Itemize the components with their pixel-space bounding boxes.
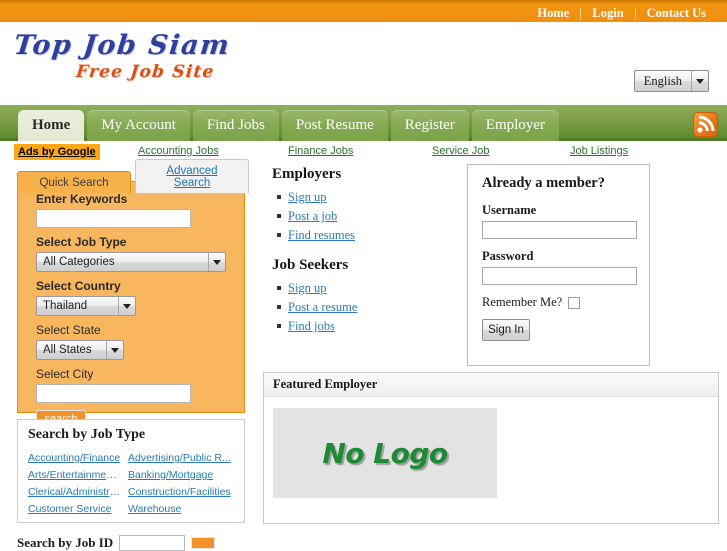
list-item: Post a job [277,209,452,224]
search-by-job-id-row: Search by Job ID [17,535,257,551]
job-type-select-value: All Categories [43,256,115,268]
ads-link-finance-jobs[interactable]: Finance Jobs [288,145,353,157]
chevron-down-icon[interactable] [691,71,708,91]
state-label: Select State [36,323,101,337]
search-by-job-type-box: Search by Job Type Accounting/Finance Ad… [17,419,245,523]
sign-in-button[interactable]: Sign In [482,319,530,341]
country-select[interactable]: Thailand [36,296,136,316]
center-links-column: Employers Sign up Post a job Find resume… [272,166,452,348]
search-by-job-id-label: Search by Job ID [17,535,114,550]
language-selector-value: English [643,74,682,88]
top-link-login[interactable]: Login [581,2,634,24]
featured-employer-logo-placeholder[interactable]: No Logo [273,408,497,498]
job-type-link[interactable]: Customer Service [28,503,122,515]
chevron-down-icon[interactable] [106,341,123,359]
job-type-link[interactable]: Clerical/Administrative [28,486,122,498]
nav-tab-home[interactable]: Home [18,110,85,141]
branding-band: Top Job Siam Free Job Site English [0,22,727,105]
tab-advanced-search-line1[interactable]: Advanced [166,165,217,177]
job-seekers-link-list: Sign up Post a resume Find jobs [272,281,452,334]
chevron-down-icon[interactable] [118,297,135,315]
jobseeker-link-sign-up[interactable]: Sign up [288,281,327,295]
login-panel-title: Already a member? [482,175,605,191]
list-item: Post a resume [277,300,452,315]
job-type-link[interactable]: Construction/Facilities [128,486,234,498]
site-logo-primary[interactable]: Top Job Siam [12,30,231,61]
top-utility-bar: Home Login Contact Us [0,0,727,22]
employers-link-list: Sign up Post a job Find resumes [272,190,452,243]
username-input[interactable] [482,221,637,239]
nav-tab-employer[interactable]: Employer [471,110,559,141]
job-type-link-grid: Accounting/Finance Advertising/Public R.… [28,452,234,515]
city-label: Select City [36,367,94,381]
chevron-down-icon[interactable] [208,253,225,271]
site-logo-tagline: Free Job Site [74,62,216,82]
job-type-select[interactable]: All Categories [36,252,226,272]
job-type-link[interactable]: Arts/Entertainment/P... [28,469,122,481]
job-id-input[interactable] [119,535,186,551]
list-item: Sign up [277,281,452,296]
featured-employer-panel: Featured Employer No Logo [263,372,719,524]
top-utility-links: Home Login Contact Us [526,2,717,24]
password-input[interactable] [482,267,637,285]
remember-me-checkbox[interactable] [568,296,581,309]
username-label: Username [482,203,537,217]
ads-link-accounting-jobs[interactable]: Accounting Jobs [138,145,219,157]
country-select-value: Thailand [43,300,88,312]
nav-tab-find-jobs[interactable]: Find Jobs [192,110,279,141]
keywords-label: Enter Keywords [36,192,128,206]
ads-link-job-listings[interactable]: Job Listings [570,145,628,157]
city-input[interactable] [36,384,191,403]
remember-me-label: Remember Me? [482,295,563,309]
search-panel-tabs: Quick Search Advanced Search [17,159,249,193]
job-type-link[interactable]: Accounting/Finance [28,452,122,464]
jobseeker-link-find-jobs[interactable]: Find jobs [288,319,335,333]
no-logo-text: No Logo [322,436,448,470]
job-type-link[interactable]: Banking/Mortgage [128,469,234,481]
job-seekers-title: Job Seekers [272,257,349,273]
employer-link-find-resumes[interactable]: Find resumes [288,228,355,242]
nav-tab-register[interactable]: Register [390,110,469,141]
keywords-input[interactable] [36,209,191,228]
top-link-home[interactable]: Home [526,2,580,24]
nav-tab-my-account[interactable]: My Account [87,110,190,141]
jobseeker-link-post-a-resume[interactable]: Post a resume [288,300,357,314]
featured-employer-header: Featured Employer [264,373,718,397]
job-type-link[interactable]: Warehouse [128,503,234,515]
list-item: Find resumes [277,228,452,243]
quick-search-panel: Enter Keywords Select Job Type All Categ… [17,181,245,428]
main-navigation-bar: Home My Account Find Jobs Post Resume Re… [0,105,727,141]
top-link-contact-us[interactable]: Contact Us [636,2,717,24]
tab-advanced-search[interactable]: Advanced Search [135,159,249,193]
state-select-value: All States [43,344,92,356]
job-id-search-button[interactable] [191,537,216,549]
list-item: Find jobs [277,319,452,334]
state-select[interactable]: All States [36,340,124,360]
password-label: Password [482,249,534,263]
employer-link-sign-up[interactable]: Sign up [288,190,327,204]
search-by-job-type-title: Search by Job Type [28,427,146,442]
nav-tab-post-resume[interactable]: Post Resume [281,110,388,141]
employer-link-post-a-job[interactable]: Post a job [288,209,337,223]
job-type-link[interactable]: Advertising/Public R... [128,452,234,464]
rss-feed-icon[interactable] [694,113,717,136]
job-type-label: Select Job Type [36,235,127,249]
remember-me-row: Remember Me? [482,295,635,310]
tab-advanced-search-line2[interactable]: Search [174,177,210,189]
tab-quick-search[interactable]: Quick Search [17,171,131,193]
employers-title: Employers [272,166,342,182]
ads-link-service-job[interactable]: Service Job [432,145,489,157]
country-label: Select Country [36,279,121,293]
language-selector[interactable]: English [633,70,709,92]
ads-by-google-badge[interactable]: Ads by Google [14,144,100,160]
main-nav-tabs: Home My Account Find Jobs Post Resume Re… [18,110,562,141]
member-login-panel: Already a member? Username Password Reme… [467,164,650,366]
list-item: Sign up [277,190,452,205]
